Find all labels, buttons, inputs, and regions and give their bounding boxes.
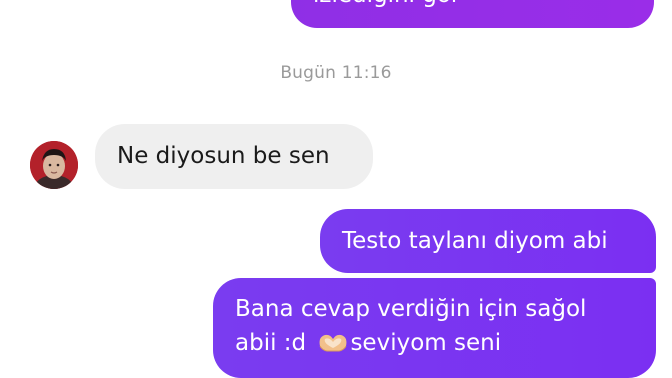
message-text-line: abii :d seviyom seni — [235, 326, 656, 360]
outgoing-message-previous[interactable]: izlediğini gör — [291, 0, 654, 28]
message-text: seviyom seni — [350, 330, 502, 356]
outgoing-message[interactable]: Bana cevap verdiğin için sağol abii :d s… — [213, 278, 656, 378]
message-text: Testo taylanı diyom abi — [342, 228, 608, 254]
message-text-line: Bana cevap verdiğin için sağol — [235, 296, 587, 322]
timestamp-separator: Bugün 11:16 — [280, 63, 392, 83]
message-text: Ne diyosun be sen — [117, 143, 330, 169]
message-text: izlediğini gör — [313, 0, 460, 12]
outgoing-message[interactable]: Testo taylanı diyom abi — [320, 209, 656, 273]
avatar[interactable] — [30, 141, 78, 189]
incoming-message[interactable]: Ne diyosun be sen — [95, 124, 373, 189]
heart-hands-icon — [320, 334, 347, 352]
message-text: abii :d — [235, 330, 307, 356]
avatar-image — [30, 141, 78, 189]
